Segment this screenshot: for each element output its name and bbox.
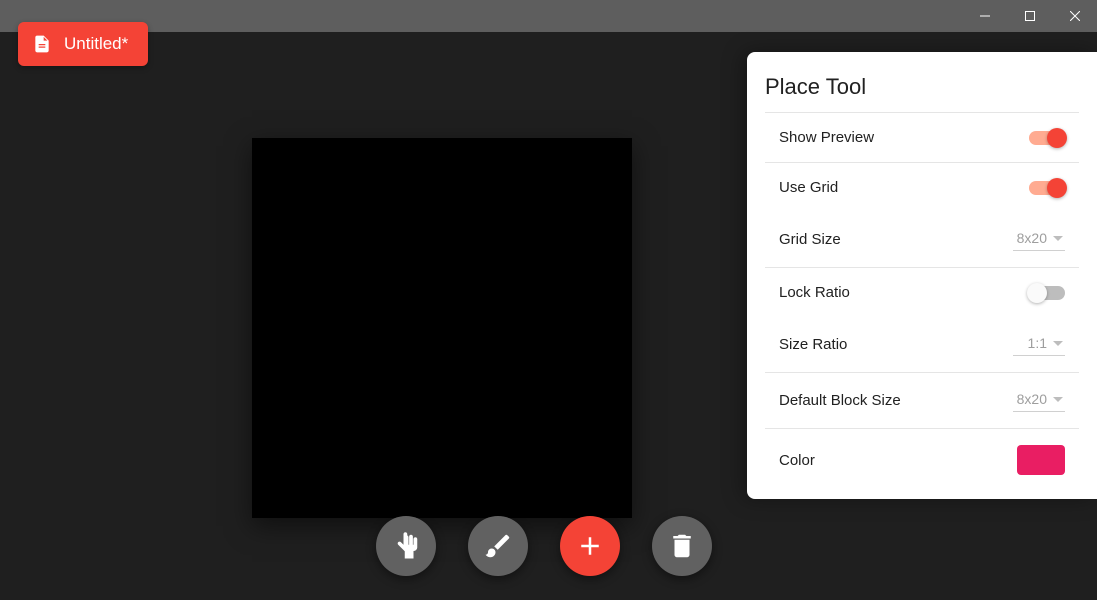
- show-preview-row: Show Preview: [747, 113, 1097, 162]
- default-block-size-value: 8x20: [1017, 391, 1047, 407]
- show-preview-toggle[interactable]: [1029, 131, 1065, 145]
- file-name: Untitled*: [64, 34, 128, 54]
- window-controls: [962, 0, 1097, 32]
- brush-tool-button[interactable]: [468, 516, 528, 576]
- minimize-button[interactable]: [962, 0, 1007, 32]
- lock-ratio-label: Lock Ratio: [779, 284, 850, 301]
- maximize-button[interactable]: [1007, 0, 1052, 32]
- use-grid-label: Use Grid: [779, 179, 838, 196]
- file-tab[interactable]: Untitled*: [18, 22, 148, 66]
- close-icon: [1070, 11, 1080, 21]
- size-ratio-row: Size Ratio 1:1: [747, 317, 1097, 372]
- pan-tool-button[interactable]: [376, 516, 436, 576]
- default-block-size-label: Default Block Size: [779, 392, 901, 409]
- lock-ratio-toggle[interactable]: [1029, 286, 1065, 300]
- chevron-down-icon: [1053, 341, 1063, 346]
- grid-size-label: Grid Size: [779, 231, 841, 248]
- default-block-size-dropdown[interactable]: 8x20: [1013, 389, 1065, 412]
- use-grid-row: Use Grid: [747, 163, 1097, 212]
- size-ratio-label: Size Ratio: [779, 336, 847, 353]
- size-ratio-value: 1:1: [1028, 335, 1047, 351]
- plus-icon: [575, 531, 605, 561]
- toggle-knob: [1047, 128, 1067, 148]
- canvas[interactable]: [252, 138, 632, 518]
- grid-size-row: Grid Size 8x20: [747, 212, 1097, 267]
- color-swatch[interactable]: [1017, 445, 1065, 475]
- color-row: Color: [747, 429, 1097, 491]
- maximize-icon: [1025, 11, 1035, 21]
- hand-icon: [391, 531, 421, 561]
- trash-tool-button[interactable]: [652, 516, 712, 576]
- chevron-down-icon: [1053, 236, 1063, 241]
- chevron-down-icon: [1053, 397, 1063, 402]
- minimize-icon: [980, 11, 990, 21]
- lock-ratio-row: Lock Ratio: [747, 268, 1097, 317]
- size-ratio-dropdown[interactable]: 1:1: [1013, 333, 1065, 356]
- grid-size-dropdown[interactable]: 8x20: [1013, 228, 1065, 251]
- tool-row: [376, 516, 712, 576]
- color-label: Color: [779, 452, 815, 469]
- use-grid-toggle[interactable]: [1029, 181, 1065, 195]
- brush-icon: [483, 531, 513, 561]
- grid-size-value: 8x20: [1017, 230, 1047, 246]
- toggle-knob: [1047, 178, 1067, 198]
- place-tool-panel: Place Tool Show Preview Use Grid Grid Si…: [747, 52, 1097, 499]
- title-bar: [0, 0, 1097, 32]
- close-window-button[interactable]: [1052, 0, 1097, 32]
- show-preview-label: Show Preview: [779, 129, 874, 146]
- panel-title: Place Tool: [747, 74, 1097, 112]
- document-icon: [32, 32, 52, 56]
- place-tool-button[interactable]: [560, 516, 620, 576]
- trash-icon: [667, 531, 697, 561]
- toggle-knob: [1027, 283, 1047, 303]
- default-block-size-row: Default Block Size 8x20: [747, 373, 1097, 428]
